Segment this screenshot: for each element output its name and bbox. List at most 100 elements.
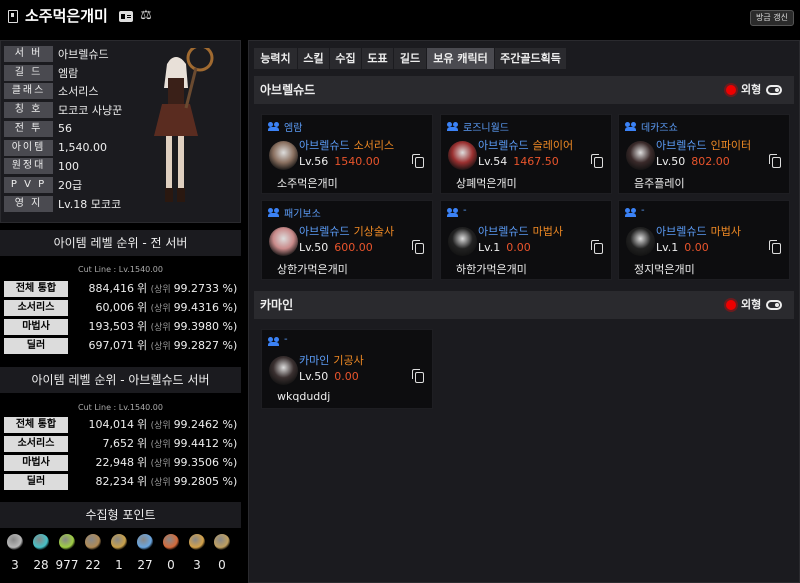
island-heart-icon[interactable] (33, 534, 49, 550)
avatar (269, 141, 298, 170)
art-icon[interactable] (85, 534, 101, 550)
tab-5[interactable]: 보유 캐릭터 (427, 48, 494, 69)
appearance-toggle[interactable] (766, 300, 782, 310)
voyage-icon[interactable] (111, 534, 127, 550)
profile-row: 영 지 Lv.18 모코코 (4, 195, 121, 213)
rank-sub: (상위 (150, 342, 174, 352)
giant-heart-icon[interactable] (59, 534, 75, 550)
collection-value: 22 (85, 558, 101, 572)
rank-unit: 위 (137, 437, 151, 450)
tab-3[interactable]: 도표 (362, 48, 393, 69)
profile-label: 아이템 (4, 139, 53, 156)
rank-pct: 99.4316 %) (173, 301, 238, 314)
rank-percent: 위 (상위 99.2805 %) (137, 474, 237, 491)
character-level: Lv.50 600.00 (299, 241, 373, 254)
scale-icon[interactable]: ⚖ (138, 8, 154, 24)
guild-name: 패기보소 (284, 209, 321, 220)
character-level: Lv.50 0.00 (299, 370, 359, 383)
copy-icon[interactable] (412, 369, 424, 383)
tab-1[interactable]: 스킬 (298, 48, 329, 69)
rank-unit: 위 (137, 456, 151, 469)
rank-all-title: 아이템 레벨 순위 - 전 서버 (0, 230, 241, 256)
class-name: 슬레이어 (532, 139, 574, 152)
collection-value: 977 (55, 558, 79, 572)
rank-percent: 위 (상위 99.2462 %) (137, 417, 237, 434)
profile-row: 원정대 100 (4, 157, 79, 175)
character-card[interactable]: - 아브렐슈드 마법사 Lv.1 0.00 하한가먹은개미 (440, 200, 612, 280)
id-card-icon[interactable] (119, 11, 133, 22)
copy-icon[interactable] (412, 240, 424, 254)
character-name: 소주먹은개미 (277, 177, 338, 190)
rank-sub: (상위 (150, 285, 174, 295)
server-name: 아브렐슈드 (656, 225, 707, 238)
world-tree-leaf-icon[interactable] (137, 534, 153, 550)
profile-row: 아이템 1,540.00 (4, 139, 107, 157)
server-group-name: 카마인 (260, 298, 294, 312)
sea-bounty-icon[interactable] (214, 534, 230, 550)
rank-value: 697,071 (88, 339, 135, 352)
collection-value: 1 (115, 558, 123, 572)
character-name: 정지먹은개미 (634, 263, 695, 276)
tab-2[interactable]: 수집 (330, 48, 361, 69)
profile-row: 클래스 소서리스 (4, 82, 98, 100)
guild-name: 엠람 (284, 123, 303, 134)
profile-value: 20급 (58, 178, 83, 192)
refresh-button[interactable]: 방금 갱신 (750, 10, 794, 26)
character-card[interactable]: - 아브렐슈드 마법사 Lv.1 0.00 정지먹은개미 (618, 200, 790, 280)
guild-name: - (463, 205, 467, 216)
level-value: Lv.50 (656, 155, 686, 168)
rank-label: 전체 통합 (4, 281, 68, 297)
rank-pct: 99.2827 %) (173, 339, 238, 352)
rank-pct: 99.4412 %) (173, 437, 238, 450)
avatar (448, 141, 477, 170)
character-card[interactable]: 로즈니월드 아브렐슈드 슬레이어 Lv.54 1467.50 상폐먹은개미 (440, 114, 612, 194)
level-value: Lv.54 (478, 155, 508, 168)
rank-sub: (상위 (150, 421, 174, 431)
guild-name: - (284, 334, 288, 345)
character-name: wkqduddj (277, 390, 331, 403)
appearance-toggle[interactable] (766, 85, 782, 95)
class-name: 마법사 (532, 225, 563, 238)
copy-icon[interactable] (591, 240, 603, 254)
mokoko-seed-icon[interactable] (7, 534, 23, 550)
character-card[interactable]: 데카즈쇼 아브렐슈드 인파이터 Lv.50 802.00 음주플레이 (618, 114, 790, 194)
orpheus-star-icon[interactable] (163, 534, 179, 550)
sun-icon (726, 300, 736, 310)
tab-0[interactable]: 능력치 (254, 48, 297, 69)
character-card[interactable]: - 카마인 기공사 Lv.50 0.00 wkqduddj (261, 329, 433, 409)
class-name: 인파이터 (710, 139, 752, 152)
class-name: 기공사 (333, 354, 364, 367)
character-name: 하한가먹은개미 (456, 263, 527, 276)
appearance-label: 외형 (741, 83, 762, 96)
profile-value: 아브렐슈드 (58, 48, 109, 61)
appearance-label: 외형 (741, 298, 762, 311)
guild-icon (268, 208, 282, 218)
guild-name: - (641, 205, 645, 216)
rank-pct: 99.3506 %) (173, 456, 238, 469)
tab-6[interactable]: 주간골드획득 (495, 48, 566, 69)
profile-label: 길 드 (4, 64, 53, 81)
copy-icon[interactable] (769, 240, 781, 254)
bookmark-icon[interactable] (8, 10, 18, 23)
collection-icons (0, 534, 241, 554)
profile-value: 56 (58, 122, 72, 136)
rank-value: 884,416 (88, 282, 135, 295)
class-name: 마법사 (710, 225, 741, 238)
character-card[interactable]: 패기보소 아브렐슈드 기상술사 Lv.50 600.00 상한가먹은개미 (261, 200, 433, 280)
character-level: Lv.1 0.00 (478, 241, 531, 254)
igneas-token-icon[interactable] (189, 534, 205, 550)
copy-icon[interactable] (769, 154, 781, 168)
rank-value: 22,948 (95, 456, 135, 469)
character-name: 상한가먹은개미 (277, 263, 348, 276)
copy-icon[interactable] (412, 154, 424, 168)
server-name: 아브렐슈드 (299, 139, 350, 152)
tab-4[interactable]: 길드 (394, 48, 426, 69)
copy-icon[interactable] (591, 154, 603, 168)
rank-label: 소서리스 (4, 300, 68, 316)
rank-row: 소서리스 60,006 위 (상위 99.4316 %) (4, 300, 238, 317)
character-card[interactable]: 엠람 아브렐슈드 소서리스 Lv.56 1540.00 소주먹은개미 (261, 114, 433, 194)
profile-value: 소서리스 (58, 85, 99, 99)
level-value: Lv.1 (478, 241, 501, 254)
rank-percent: 위 (상위 99.3980 %) (137, 319, 237, 336)
guild-icon (447, 208, 461, 218)
